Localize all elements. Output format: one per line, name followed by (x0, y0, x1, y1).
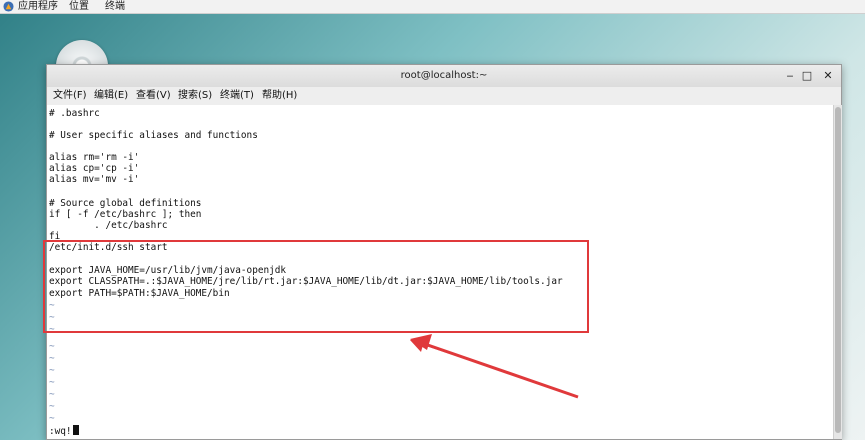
annotation-arrow-icon (410, 334, 579, 399)
